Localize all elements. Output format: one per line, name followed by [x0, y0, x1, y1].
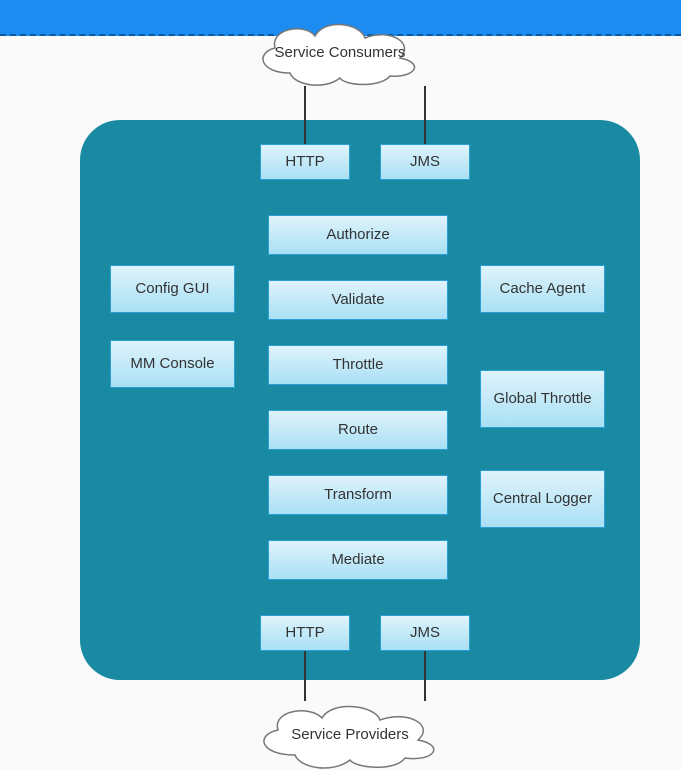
box-label: Throttle [333, 356, 384, 374]
authorize-box: Authorize [268, 215, 448, 255]
config-gui-box: Config GUI [110, 265, 235, 313]
connector-line [304, 651, 306, 701]
box-label: Transform [324, 486, 392, 504]
box-label: MM Console [130, 355, 214, 373]
service-consumers-cloud: Service Consumers [250, 18, 430, 88]
global-throttle-box: Global Throttle [480, 370, 605, 428]
service-providers-cloud: Service Providers [250, 700, 450, 770]
box-label: Global Throttle [493, 390, 591, 408]
http-in-box: HTTP [260, 144, 350, 180]
mm-console-box: MM Console [110, 340, 235, 388]
box-label: Mediate [331, 551, 384, 569]
validate-box: Validate [268, 280, 448, 320]
cache-agent-box: Cache Agent [480, 265, 605, 313]
box-label: Central Logger [493, 490, 592, 508]
central-logger-box: Central Logger [480, 470, 605, 528]
jms-out-box: JMS [380, 615, 470, 651]
connector-line [304, 86, 306, 144]
throttle-box: Throttle [268, 345, 448, 385]
cloud-label: Service Consumers [275, 44, 406, 62]
box-label: Authorize [326, 226, 389, 244]
box-label: Route [338, 421, 378, 439]
esb-panel: HTTP JMS Authorize Validate Throttle Rou… [80, 120, 640, 680]
box-label: HTTP [285, 624, 324, 642]
mediate-box: Mediate [268, 540, 448, 580]
transform-box: Transform [268, 475, 448, 515]
connector-line [424, 651, 426, 701]
cloud-label: Service Providers [291, 726, 409, 744]
box-label: Config GUI [135, 280, 209, 298]
box-label: JMS [410, 153, 440, 171]
box-label: Cache Agent [500, 280, 586, 298]
jms-in-box: JMS [380, 144, 470, 180]
box-label: JMS [410, 624, 440, 642]
route-box: Route [268, 410, 448, 450]
http-out-box: HTTP [260, 615, 350, 651]
box-label: Validate [331, 291, 384, 309]
box-label: HTTP [285, 153, 324, 171]
connector-line [424, 86, 426, 144]
